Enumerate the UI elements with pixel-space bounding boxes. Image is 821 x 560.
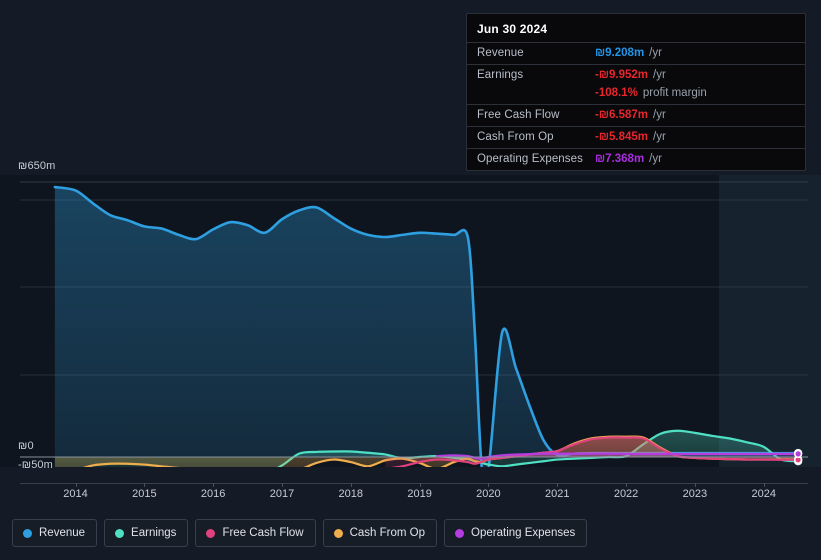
tooltip-row: -108.1% profit margin [467, 86, 805, 104]
x-axis-tick [557, 483, 559, 487]
tooltip-rows: Revenue ₪9.208m/yr Earnings -₪9.952m/yr -108… [467, 42, 805, 170]
legend-color-dot-icon [206, 528, 216, 538]
tooltip-row-value: ₪7.368m [595, 153, 645, 165]
y-axis-top-label: ₪650m [18, 160, 56, 172]
x-axis-tick [75, 483, 77, 487]
legend-item-label: Free Cash Flow [222, 527, 304, 539]
x-axis-tick [694, 483, 696, 487]
tooltip-row-unit: /yr [653, 131, 666, 143]
tooltip-row: Free Cash Flow -₪6.587m/yr [467, 104, 805, 126]
legend-color-dot-icon [455, 528, 465, 538]
tooltip-row-value: -108.1% [595, 87, 638, 99]
x-axis-tick [213, 483, 215, 487]
tooltip-row: Revenue ₪9.208m/yr [467, 42, 805, 64]
tooltip-date: Jun 30 2024 [477, 22, 548, 36]
legend-color-dot-icon [115, 528, 125, 538]
legend-item-earnings[interactable]: Earnings [104, 519, 189, 547]
x-axis-label: 2020 [476, 488, 501, 500]
x-axis-tick [419, 483, 421, 487]
tooltip-row-label: Operating Expenses [477, 153, 584, 165]
tooltip-row-unit: /yr [653, 109, 666, 121]
tooltip-row-label: Earnings [477, 69, 524, 81]
x-axis-label: 2014 [63, 488, 88, 500]
tooltip-row-unit: /yr [649, 153, 662, 165]
legend-item-label: Cash From Op [349, 527, 426, 539]
x-axis-label: 2019 [407, 488, 432, 500]
y-axis-zero-label: ₪0 [18, 440, 34, 452]
tooltip-row-label: Revenue [477, 47, 524, 59]
tooltip-row-label: Free Cash Flow [477, 109, 560, 121]
x-axis-tick [626, 483, 628, 487]
tooltip-row-value: -₪5.845m [595, 131, 648, 143]
x-axis-tick [763, 483, 765, 487]
x-axis-label: 2023 [682, 488, 708, 500]
tooltip-row: Earnings -₪9.952m/yr [467, 64, 805, 86]
legend-item-cash-from-op[interactable]: Cash From Op [322, 519, 438, 547]
x-axis-tick [281, 483, 283, 487]
tooltip-row: Operating Expenses ₪7.368m/yr [467, 148, 805, 170]
legend-color-dot-icon [333, 528, 343, 538]
x-axis-label: 2018 [338, 488, 364, 500]
tooltip-row-unit: /yr [653, 69, 666, 81]
x-axis-label: 2021 [545, 488, 570, 500]
legend-item-label: Operating Expenses [471, 527, 576, 539]
x-axis-line [20, 483, 808, 484]
legend-item-label: Revenue [39, 527, 86, 539]
legend-item-label: Earnings [131, 527, 177, 539]
x-axis-tick [144, 483, 146, 487]
tooltip-row-value: -₪9.952m [595, 69, 648, 81]
tooltip-row-value: ₪9.208m [595, 47, 645, 59]
x-axis-tick [350, 483, 352, 487]
tooltip-row-label: Cash From Op [477, 131, 554, 143]
x-axis-tick [488, 483, 490, 487]
chart-legend: Revenue Earnings Free Cash Flow Cash From O… [0, 506, 821, 560]
tooltip-row-unit: profit margin [642, 87, 707, 99]
financial-chart-panel: ₪650m ₪0 -₪50m 2014 2015 2016 2017 2018 2019 2… [0, 0, 821, 560]
legend-color-dot-icon [23, 528, 32, 538]
x-axis-label: 2022 [613, 488, 639, 500]
legend-item-free-cash-flow[interactable]: Free Cash Flow [195, 519, 316, 547]
x-axis-label: 2017 [269, 488, 295, 500]
x-axis-label: 2024 [751, 488, 776, 500]
endpoint-dot-operating-expenses [795, 451, 801, 457]
x-axis-label: 2015 [132, 488, 157, 500]
legend-item-operating-expenses[interactable]: Operating Expenses [444, 519, 588, 547]
y-axis-negative-label: -₪50m [18, 459, 53, 471]
tooltip-row-unit: /yr [649, 47, 662, 59]
legend-item-revenue[interactable]: Revenue [12, 519, 98, 547]
chart-tooltip: Jun 30 2024 Revenue ₪9.208m/yr Earnings -₪9… [466, 13, 806, 171]
x-axis-labels: 2014 2015 2016 2017 2018 2019 2020 2021 2022 2023… [0, 483, 821, 505]
chart-endpoint-markers [793, 448, 803, 466]
tooltip-row: Cash From Op -₪5.845m/yr [467, 126, 805, 148]
x-axis-label: 2016 [200, 488, 226, 500]
tooltip-row-value: -₪6.587m [595, 109, 648, 121]
